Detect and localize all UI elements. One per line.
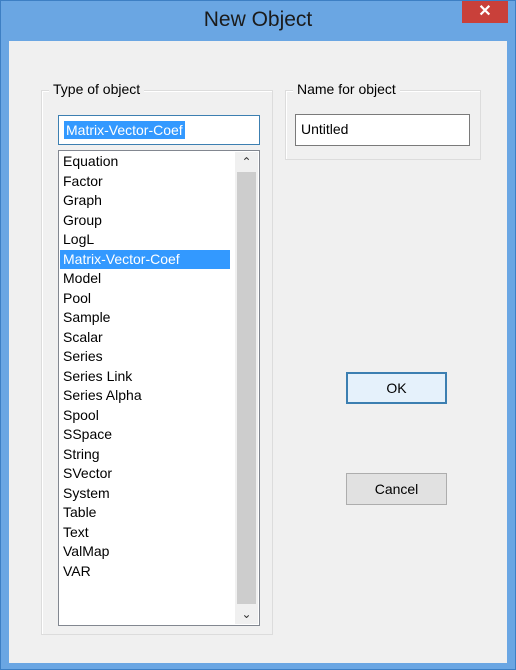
list-item[interactable]: SVector xyxy=(60,464,230,484)
close-button[interactable]: ✕ xyxy=(462,1,508,23)
name-for-object-group: Name for object Untitled xyxy=(285,81,481,160)
list-item[interactable]: Model xyxy=(60,269,230,289)
list-item[interactable]: Table xyxy=(60,503,230,523)
list-item[interactable]: Spool xyxy=(60,406,230,426)
list-item[interactable]: Series Alpha xyxy=(60,386,230,406)
list-item[interactable]: Series Link xyxy=(60,367,230,387)
scroll-thumb[interactable] xyxy=(237,172,256,604)
list-items: Equation Factor Graph Group LogL Matrix-Vecto… xyxy=(60,152,230,581)
list-item[interactable]: System xyxy=(60,484,230,504)
close-icon: ✕ xyxy=(478,3,492,20)
list-item[interactable]: Scalar xyxy=(60,328,230,348)
type-input[interactable]: Matrix-Vector-Coef xyxy=(58,115,260,145)
list-item[interactable]: Equation xyxy=(60,152,230,172)
list-item[interactable]: Series xyxy=(60,347,230,367)
list-item[interactable]: String xyxy=(60,445,230,465)
list-item[interactable]: ValMap xyxy=(60,542,230,562)
list-item[interactable]: LogL xyxy=(60,230,230,250)
dialog-body: Type of object Matrix-Vector-Coef Equati… xyxy=(9,41,507,663)
new-object-dialog: New Object ✕ Type of object Matrix-Vecto… xyxy=(0,0,516,670)
list-item[interactable]: Factor xyxy=(60,172,230,192)
dialog-title: New Object xyxy=(203,8,313,31)
ok-button[interactable]: OK xyxy=(346,372,447,404)
name-input-value: Untitled xyxy=(301,121,349,137)
type-of-object-group: Type of object Matrix-Vector-Coef Equati… xyxy=(41,81,273,635)
list-item[interactable]: Matrix-Vector-Coef xyxy=(60,249,230,269)
name-input[interactable]: Untitled xyxy=(295,114,470,146)
cancel-button[interactable]: Cancel xyxy=(346,473,447,505)
list-item[interactable]: VAR xyxy=(60,562,230,582)
list-item[interactable]: Graph xyxy=(60,191,230,211)
title-bar[interactable]: New Object ✕ xyxy=(1,1,515,39)
list-scrollbar[interactable]: ⌃ ⌄ xyxy=(235,152,258,624)
list-item[interactable]: SSpace xyxy=(60,425,230,445)
scroll-down-icon[interactable]: ⌄ xyxy=(235,604,258,624)
object-type-list[interactable]: Equation Factor Graph Group LogL Matrix-Vecto… xyxy=(58,150,260,626)
name-for-object-label: Name for object xyxy=(293,81,400,97)
list-item[interactable]: Sample xyxy=(60,308,230,328)
scroll-up-icon[interactable]: ⌃ xyxy=(235,152,258,172)
list-item[interactable]: Pool xyxy=(60,289,230,309)
type-of-object-label: Type of object xyxy=(49,81,145,97)
list-item[interactable]: Group xyxy=(60,211,230,231)
type-input-value: Matrix-Vector-Coef xyxy=(64,121,185,139)
list-item[interactable]: Text xyxy=(60,523,230,543)
